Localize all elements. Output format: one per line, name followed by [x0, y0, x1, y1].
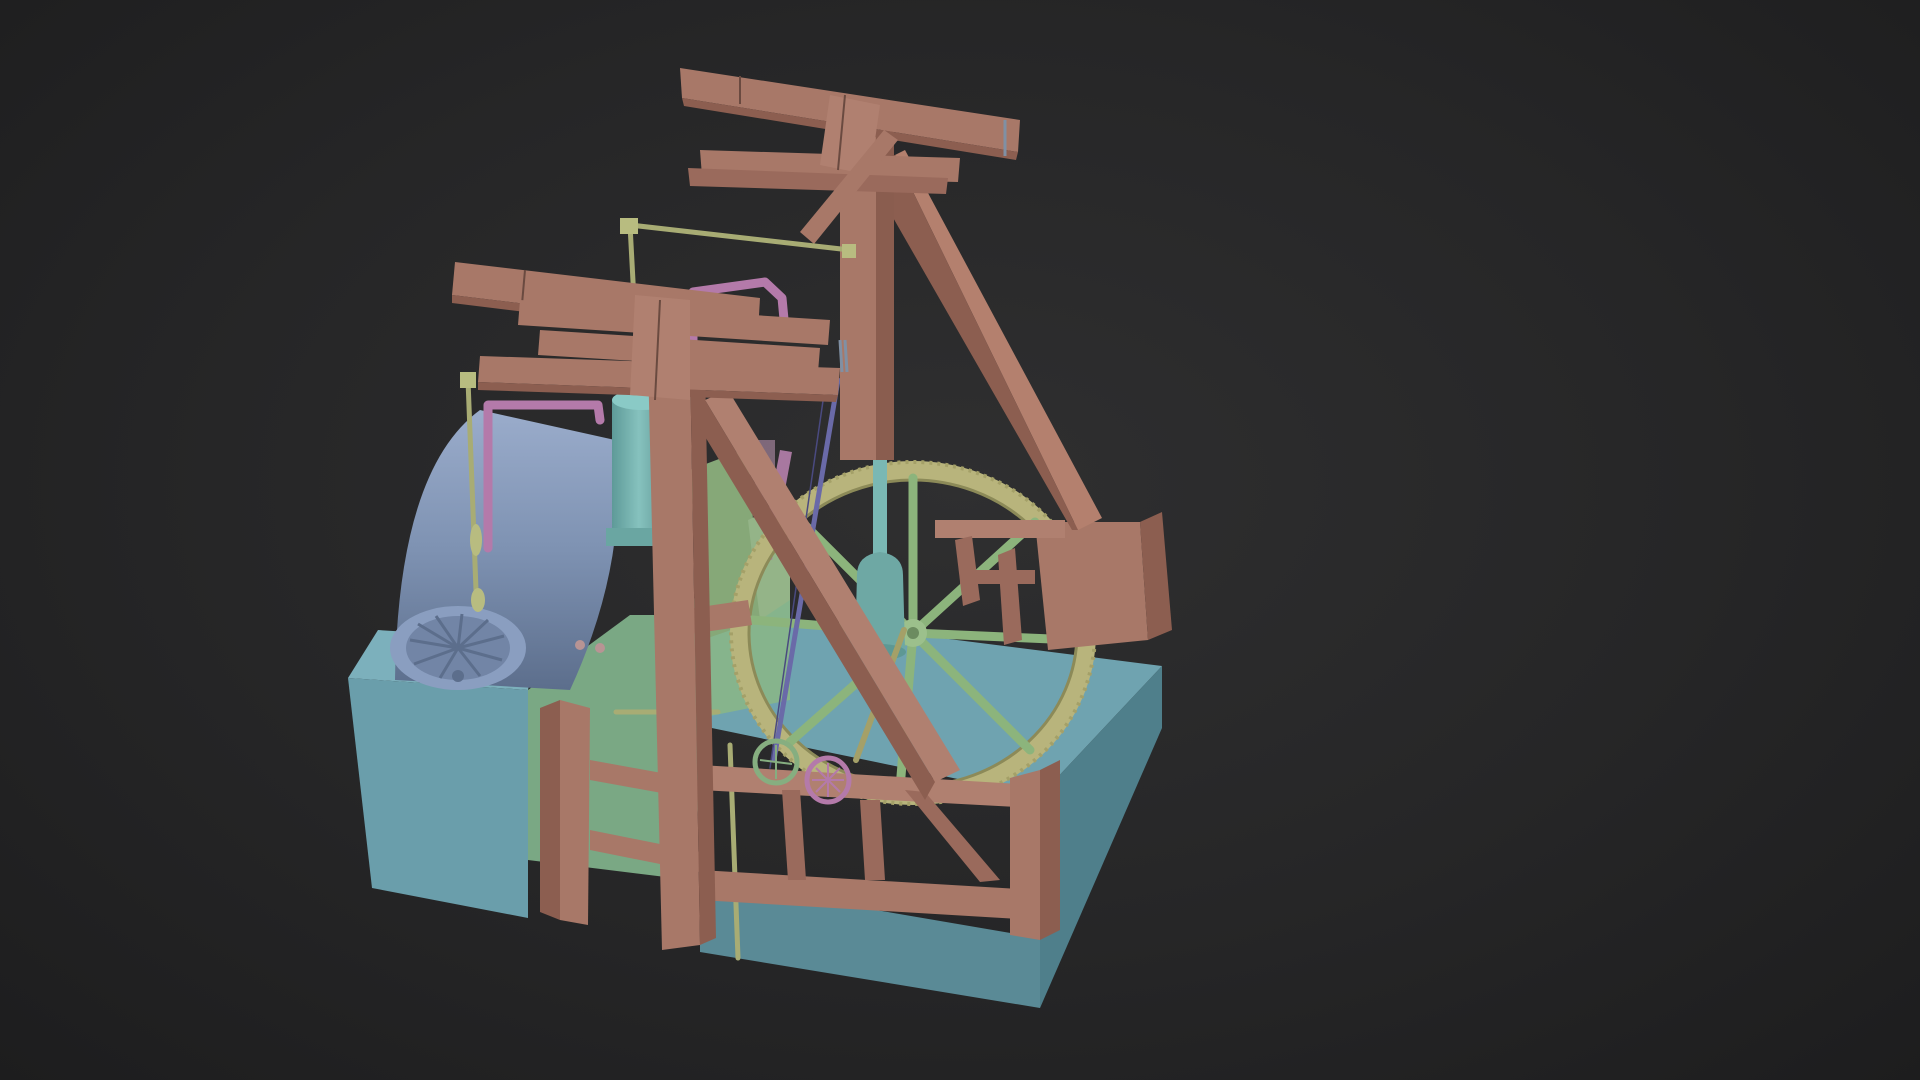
3d-viewport[interactable]: [0, 0, 1920, 1080]
engine-model-render[interactable]: [0, 0, 1920, 1080]
top-beam-front: [452, 262, 849, 402]
